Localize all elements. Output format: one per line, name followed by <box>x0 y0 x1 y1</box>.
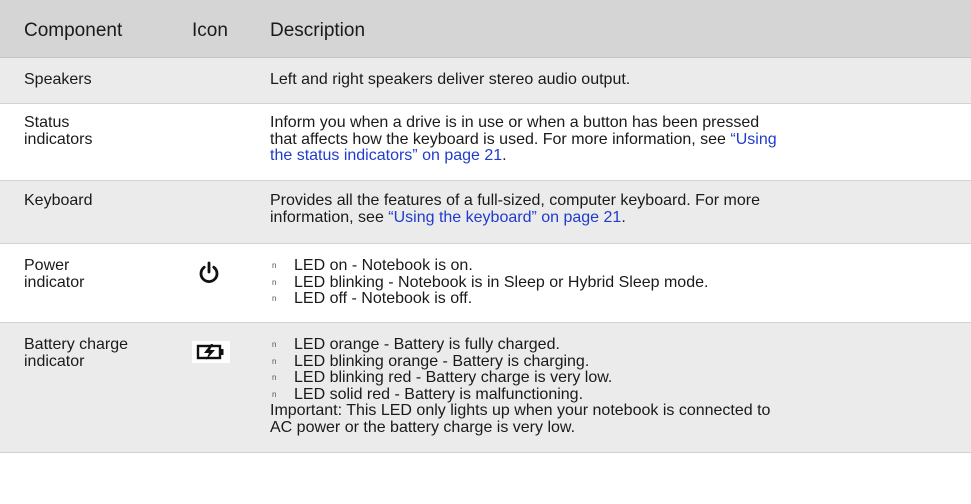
keyboard-link[interactable]: “Using the keyboard” on page 21 <box>388 209 621 226</box>
description-line: that affects how the keyboard is used. F… <box>270 130 960 149</box>
component-name-line: indicator <box>24 273 85 291</box>
description-text-segment: information, see <box>270 208 389 226</box>
component-name-line: indicators <box>24 130 93 148</box>
description-text: Left and right speakers deliver stereo a… <box>270 71 631 88</box>
status-indicators-link-continued[interactable]: the status indicators” on page 21 <box>270 147 502 164</box>
list-item-text: LED off - Notebook is off. <box>294 290 473 307</box>
bullet-marker: n <box>272 389 277 399</box>
description-text-segment: that affects how the keyboard is used. F… <box>270 130 731 148</box>
description-line: the status indicators” on page 21. <box>270 147 960 165</box>
bullet-marker: n <box>272 373 277 382</box>
component-name: Power indicator <box>24 257 174 291</box>
description-line: Provides all the features of a full-size… <box>270 192 760 209</box>
list-item-text: LED orange - Battery is fully charged. <box>294 336 560 353</box>
header-component: Component <box>24 20 123 41</box>
component-name: Speakers <box>24 71 92 88</box>
bullet-marker: n <box>272 294 277 303</box>
table-row-speakers: Speakers Left and right speakers deliver… <box>0 58 971 104</box>
table-row-keyboard: Keyboard Provides all the features of a … <box>0 181 971 244</box>
important-note: Important: This LED only lights up when … <box>270 402 960 436</box>
list-item: n LED off - Notebook is off. <box>270 290 960 308</box>
header-description: Description <box>270 20 366 41</box>
bullet-marker: n <box>272 340 277 349</box>
battery-charging-icon <box>192 341 254 363</box>
list-item: n LED blinking red - Battery charge is ve… <box>270 369 960 387</box>
list-item: n LED on - Notebook is on. <box>270 257 960 275</box>
description-text: Inform you when a drive is in use or whe… <box>270 114 960 165</box>
list-item-text: LED blinking red - Battery charge is ver… <box>294 369 613 386</box>
description-bullets: n LED orange - Battery is fully charged. … <box>270 336 960 436</box>
component-name-line: indicator <box>24 352 85 370</box>
table-row-battery-charge-indicator: Battery charge indicator n LED orange - B… <box>0 323 971 453</box>
description-text-segment: . <box>502 147 507 164</box>
bullet-marker: n <box>272 261 277 270</box>
component-name: Battery charge indicator <box>24 336 174 370</box>
list-item: n LED blinking orange - Battery is chargi… <box>270 352 960 371</box>
table-row-power-indicator: Power indicator n LED on - Notebook is on… <box>0 244 971 323</box>
list-item: n LED orange - Battery is fully charged. <box>270 336 960 354</box>
component-name-line: Power <box>24 257 70 274</box>
list-item-text: LED solid red - Battery is malfunctionin… <box>294 385 584 403</box>
bullet-marker: n <box>272 277 277 287</box>
list-item-text: LED on - Notebook is on. <box>294 257 473 274</box>
power-icon <box>197 261 259 285</box>
description-text: Provides all the features of a full-size… <box>270 192 960 227</box>
note-line: AC power or the battery charge is very l… <box>270 418 576 436</box>
header-icon: Icon <box>192 20 228 41</box>
table-header: Component Icon Description <box>0 0 971 58</box>
component-name: Status indicators <box>24 114 174 148</box>
component-name-line: Status <box>24 114 70 131</box>
list-item: n LED blinking - Notebook is in Sleep or … <box>270 273 960 292</box>
table-row-status-indicators: Status indicators Inform you when a driv… <box>0 104 971 181</box>
list-item: n LED solid red - Battery is malfunctioni… <box>270 385 960 404</box>
component-table: Component Icon Description Speakers Left… <box>0 0 971 453</box>
description-bullets: n LED on - Notebook is on. n LED blinking … <box>270 257 960 308</box>
component-name: Keyboard <box>24 192 93 209</box>
component-name-line: Battery charge <box>24 336 129 353</box>
description-line: Inform you when a drive is in use or whe… <box>270 114 760 131</box>
status-indicators-link[interactable]: “Using <box>730 131 776 148</box>
bullet-marker: n <box>272 356 277 366</box>
description-line: information, see “Using the keyboard” on… <box>270 208 960 227</box>
description-text-segment: . <box>621 208 626 226</box>
note-line: Important: This LED only lights up when … <box>270 402 771 419</box>
list-item-text: LED blinking orange - Battery is chargin… <box>294 352 590 370</box>
list-item-text: LED blinking - Notebook is in Sleep or H… <box>294 273 709 291</box>
